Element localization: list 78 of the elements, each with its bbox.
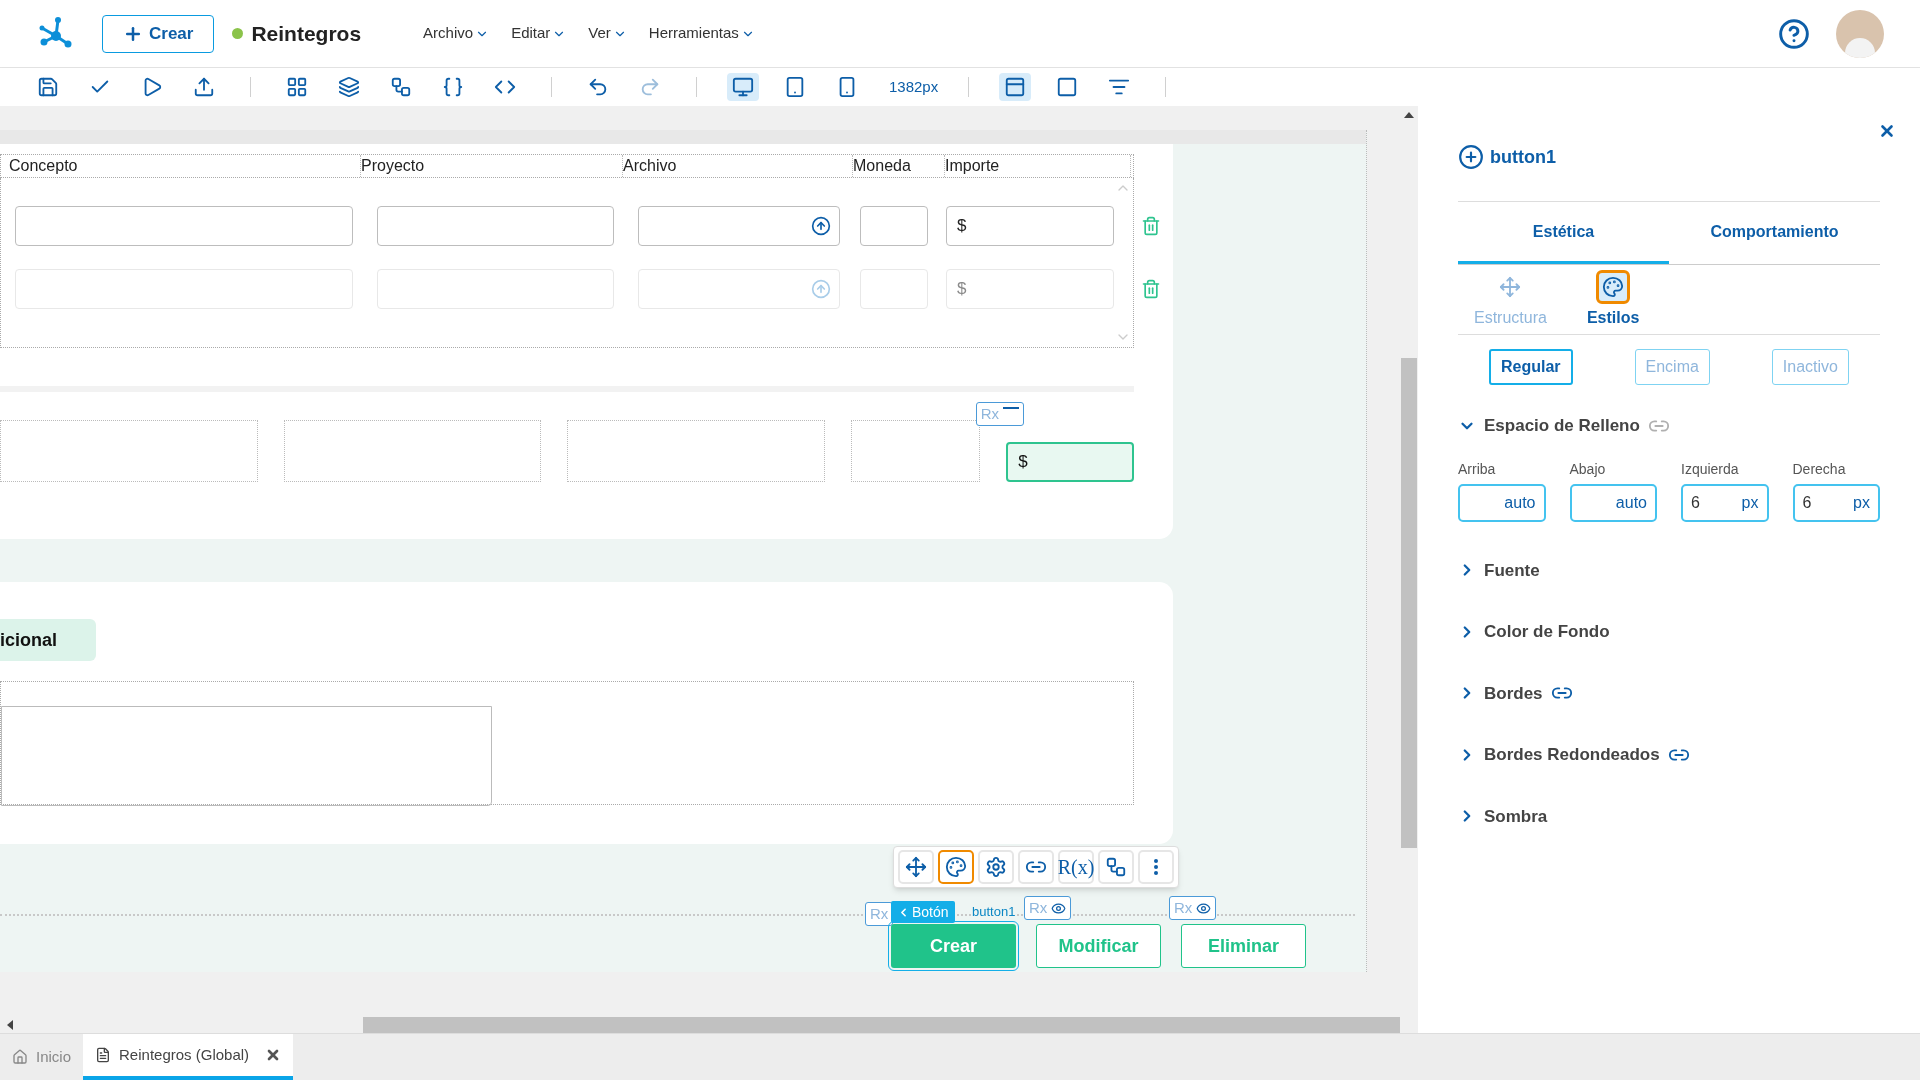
section-header[interactable]: Bordes [1458,680,1543,706]
column-header: Proyecto [361,155,623,177]
close-icon[interactable] [1878,122,1896,140]
save-icon [37,76,59,98]
menu-item[interactable]: Herramientas [648,22,755,45]
frame-icon [1056,76,1079,98]
help-icon[interactable] [1778,17,1810,50]
more-button[interactable] [1138,850,1174,884]
more-icon [1154,859,1158,875]
field-label: Izquierda [1681,459,1740,479]
padding-field[interactable]: auto [1569,483,1657,522]
menu-item[interactable]: Ver [588,22,627,45]
desktop-view-icon [732,76,754,98]
palette-icon [1602,275,1625,298]
input-field[interactable] [377,206,614,246]
padding-field[interactable]: 6 px [1681,483,1769,522]
undo-icon [587,76,609,98]
redo-icon [639,76,661,98]
panel-tab[interactable]: Comportamiento [1669,202,1880,264]
width-label: 1382px [889,76,939,97]
braces-icon [442,76,464,98]
sub-tab[interactable]: Estilos [1586,269,1640,330]
grid-icon [286,76,308,98]
section-header[interactable]: Espacio de Relleno [1458,413,1640,439]
gear-button[interactable] [978,850,1014,884]
amount-field[interactable]: $ [946,206,1114,246]
document-tab[interactable]: Reintegros (Global) [83,1034,294,1080]
move-button[interactable] [898,850,934,884]
input-field[interactable] [15,206,353,246]
app-title: Reintegros [251,20,362,47]
eye-icon [1051,900,1067,916]
section-header[interactable]: Color de Fondo [1458,619,1610,645]
create-button[interactable]: Crear [102,14,215,53]
total-field[interactable]: $ [1006,442,1135,482]
column-header: Moneda [853,155,945,177]
field-label: Arriba [1458,459,1497,479]
nodes-icon [1105,856,1127,878]
file-field[interactable] [638,206,840,246]
section-header[interactable]: Fuente [1458,557,1540,583]
flow-icon [390,76,412,98]
move-icon [1499,275,1522,298]
vertical-scrollbar[interactable] [1401,358,1417,848]
layout-panel-icon [1004,76,1027,98]
panel-tab[interactable]: Estética [1458,202,1669,264]
menu-item[interactable]: Archivo [423,22,490,45]
layers-icon [338,76,360,98]
form-icon [95,1047,112,1063]
layout-panel-button[interactable] [999,73,1032,101]
column-header: Archivo [623,155,853,177]
panel-title: button1 [1490,145,1556,169]
section-header[interactable]: Sombra [1458,803,1548,829]
desktop-view-button[interactable] [727,73,759,101]
upload-icon [811,279,831,299]
input-field[interactable] [860,206,928,246]
formula-button[interactable]: R(x) [1058,850,1094,884]
export-icon [193,76,215,98]
column-header: Concepto [9,155,361,177]
field-label: Abajo [1569,459,1607,479]
horizontal-scrollbar[interactable] [363,1016,1400,1033]
add-icon [1458,144,1484,170]
section-header[interactable]: Bordes Redondeados [1458,742,1660,768]
link-button[interactable] [1018,850,1054,884]
field-label: Derecha [1792,459,1847,479]
tablet-view-icon [784,76,806,98]
gear-icon [985,856,1007,878]
padding-field[interactable]: auto [1458,483,1546,522]
nodes-button[interactable] [1098,850,1134,884]
palette-icon [945,856,967,878]
palette-button[interactable] [938,850,974,884]
home-icon [12,1049,28,1065]
upload-icon [811,216,831,236]
state-button[interactable]: Regular [1489,349,1573,385]
section-label: icional [0,619,96,661]
move-icon [905,856,927,878]
padding-field[interactable]: 6 px [1792,483,1880,522]
column-header: Importe [945,155,1131,177]
menu-item[interactable]: Editar [511,22,567,45]
eye-icon [1196,900,1212,916]
